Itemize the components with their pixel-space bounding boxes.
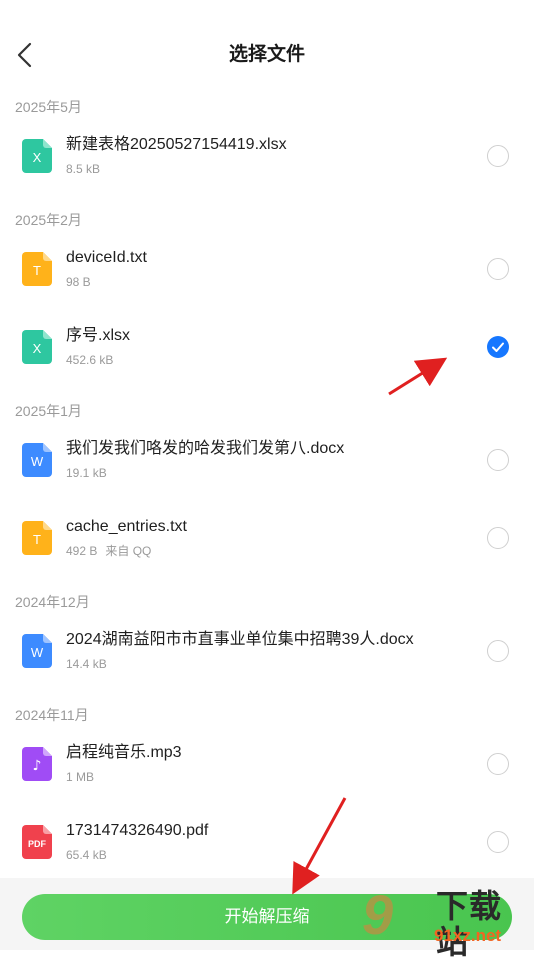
file-type-letter: PDF [28,839,47,849]
file-item[interactable]: T deviceId.txt 98 B [0,234,534,304]
watermark-text: 下载站 [436,888,503,960]
header: 选择文件 [0,0,534,100]
xlsx-file-icon: X [22,139,52,173]
select-radio[interactable] [487,831,509,853]
file-meta: 1 MB [66,769,94,785]
file-meta: 19.1 kB [66,465,107,481]
file-type-letter: T [33,263,41,278]
file-name: 我们发我们咯发的哈发我们发第八.docx [66,440,345,457]
file-meta: 98 B [66,274,91,290]
group-label: 2025年2月 [15,212,82,228]
txt-file-icon: T [22,521,52,555]
file-name: 1731474326490.pdf [66,822,209,839]
file-type-letter: W [31,645,44,660]
file-size: 65.4 kB [66,848,107,862]
file-item[interactable]: W 2024湖南益阳市市直事业单位集中招聘39人.docx 14.4 kB [0,616,534,686]
file-meta: 8.5 kB [66,161,100,177]
select-radio-checked[interactable] [487,336,509,358]
file-size: 19.1 kB [66,466,107,480]
group-label: 2025年5月 [15,99,82,115]
file-source: 来自 QQ [105,544,152,558]
select-radio[interactable] [487,527,509,549]
music-file-icon: ♪ [22,747,52,781]
watermark-url: 91xz.net [434,926,502,945]
file-size: 492 B [66,544,98,558]
file-size: 8.5 kB [66,162,101,176]
file-meta: 65.4 kB [66,847,107,863]
file-name: 启程纯音乐.mp3 [66,744,182,761]
select-radio[interactable] [487,145,509,167]
file-item[interactable]: W 我们发我们咯发的哈发我们发第八.docx 19.1 kB [0,425,534,495]
file-name: 2024湖南益阳市市直事业单位集中招聘39人.docx [66,631,414,648]
group-label: 2024年11月 [15,707,89,723]
file-name: deviceId.txt [66,249,147,266]
select-radio[interactable] [487,258,509,280]
file-type-letter: X [33,341,42,356]
select-radio[interactable] [487,449,509,471]
group-label: 2025年1月 [15,403,82,419]
xlsx-file-icon: X [22,330,52,364]
file-item[interactable]: X 序号.xlsx 452.6 kB [0,312,534,382]
docx-file-icon: W [22,443,52,477]
file-item[interactable]: ♪ 启程纯音乐.mp3 1 MB [0,729,534,799]
watermark-logo: 9 [362,883,394,946]
page-title: 选择文件 [228,44,305,65]
checkmark-icon [492,342,504,352]
select-radio[interactable] [487,753,509,775]
file-size: 14.4 kB [66,657,107,671]
file-item[interactable]: T cache_entries.txt 492 B 来自 QQ [0,503,534,573]
group-label: 2024年12月 [15,594,90,610]
file-meta: 14.4 kB [66,656,107,672]
file-size: 98 B [66,275,91,289]
file-meta: 452.6 kB [66,352,113,368]
file-size: 1 MB [66,770,95,784]
docx-file-icon: W [22,634,52,668]
txt-file-icon: T [22,252,52,286]
file-type-letter: T [33,532,41,547]
file-name: 序号.xlsx [66,327,131,344]
select-radio[interactable] [487,640,509,662]
file-type-letter: ♪ [33,758,42,774]
file-item[interactable]: X 新建表格20250527154419.xlsx 8.5 kB [0,121,534,191]
file-size: 452.6 kB [66,353,114,367]
file-item[interactable]: PDF 1731474326490.pdf 65.4 kB [0,807,534,877]
file-name: 新建表格20250527154419.xlsx [66,136,287,153]
file-name: cache_entries.txt [66,518,187,535]
site-watermark: 9 下载站 91xz.net [362,883,534,960]
pdf-file-icon: PDF [22,825,52,859]
file-type-letter: W [31,454,44,469]
file-type-letter: X [33,150,42,165]
file-meta: 492 B 来自 QQ [66,543,151,559]
